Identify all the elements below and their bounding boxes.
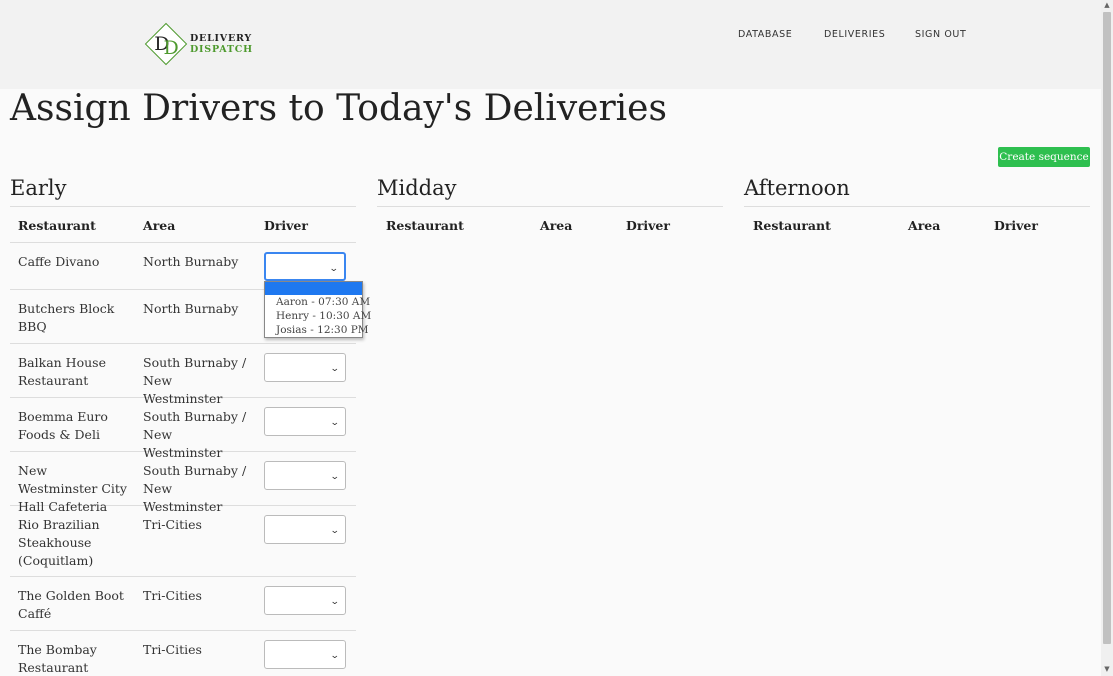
table-row: Boemma Euro Foods & Deli South Burnaby /… (10, 398, 356, 460)
header-restaurant: Restaurant (386, 218, 464, 233)
scrollbar-thumb[interactable] (1103, 12, 1111, 644)
section-title-early: Early (10, 175, 356, 207)
dropdown-option[interactable]: Josias - 12:30 PM (265, 323, 369, 337)
midday-section: Midday Restaurant Area Driver (377, 175, 723, 243)
section-title-midday: Midday (377, 175, 723, 207)
early-section: Early Restaurant Area Driver Caffe Divan… (10, 175, 356, 676)
driver-select[interactable]: ⌄ (264, 407, 346, 436)
chevron-down-icon: ⌄ (330, 651, 341, 661)
header-driver: Driver (264, 218, 308, 233)
restaurant-cell: Boemma Euro Foods & Deli (18, 409, 108, 442)
driver-select[interactable]: ⌄ (264, 515, 346, 544)
header-area: Area (908, 218, 941, 233)
restaurant-cell: The Bombay Restaurant (18, 642, 97, 675)
driver-dropdown-list: Aaron - 07:30 AM Henry - 10:30 AM Josias… (264, 281, 371, 338)
dropdown-option[interactable]: Henry - 10:30 AM (265, 309, 371, 323)
chevron-down-icon: ⌄ (330, 418, 341, 428)
arrow-up-icon[interactable]: ▲ (1101, 1, 1113, 9)
nav-database-link[interactable]: DATABASE (738, 29, 792, 40)
chevron-down-icon: ⌄ (330, 526, 341, 536)
restaurant-cell: The Golden Boot Caffé (18, 588, 124, 621)
logo-icon: DD (144, 22, 188, 66)
restaurant-cell: Caffe Divano (18, 254, 100, 269)
create-sequence-button[interactable]: Create sequence (998, 147, 1090, 167)
arrow-down-icon[interactable]: ▼ (1101, 665, 1113, 673)
table-row: The Bombay Restaurant Tri-Cities ⌄ (10, 631, 356, 676)
header-restaurant: Restaurant (18, 218, 96, 233)
table-row: New Westminster City Hall Cafeteria Sout… (10, 452, 356, 514)
header-driver: Driver (626, 218, 670, 233)
table-header: Restaurant Area Driver (377, 207, 723, 243)
chevron-down-icon: ⌄ (330, 364, 341, 374)
dropdown-option-empty[interactable] (265, 282, 362, 295)
area-cell: Tri-Cities (143, 588, 202, 603)
table-row: Balkan House Restaurant South Burnaby / … (10, 344, 356, 406)
header-driver: Driver (994, 218, 1038, 233)
table-header: Restaurant Area Driver (744, 207, 1090, 243)
area-cell: Tri-Cities (143, 642, 202, 657)
table-row: Rio Brazilian Steakhouse (Coquitlam) Tri… (10, 506, 356, 577)
area-cell: North Burnaby (143, 301, 239, 316)
chevron-down-icon: ⌄ (330, 597, 341, 607)
restaurant-cell: Butchers Block BBQ (18, 301, 115, 334)
dropdown-option[interactable]: Aaron - 07:30 AM (265, 295, 370, 309)
header-restaurant: Restaurant (753, 218, 831, 233)
driver-select[interactable]: ⌄ (264, 640, 346, 669)
chevron-down-icon: ⌄ (329, 264, 340, 274)
header-area: Area (143, 218, 176, 233)
restaurant-cell: Balkan House Restaurant (18, 355, 106, 388)
driver-select[interactable]: ⌄ (264, 353, 346, 382)
chevron-down-icon: ⌄ (330, 472, 341, 482)
brand-logo[interactable]: DD DELIVERY DISPATCH (144, 22, 253, 66)
section-title-afternoon: Afternoon (744, 175, 1090, 207)
vertical-scrollbar[interactable]: ▲ ▼ (1101, 0, 1113, 676)
table-row: The Golden Boot Caffé Tri-Cities ⌄ (10, 577, 356, 631)
area-cell: North Burnaby (143, 254, 239, 269)
logo-line-1: DELIVERY (190, 33, 252, 44)
table-header: Restaurant Area Driver (10, 207, 356, 243)
restaurant-cell: Rio Brazilian Steakhouse (Coquitlam) (18, 517, 100, 568)
driver-select[interactable]: ⌄ (264, 461, 346, 490)
driver-select[interactable]: ⌄ (264, 252, 346, 281)
nav-sign-out-link[interactable]: SIGN OUT (915, 29, 966, 40)
top-navbar: DD DELIVERY DISPATCH DATABASE DELIVERIES… (0, 0, 1101, 89)
logo-line-2: DISPATCH (190, 44, 253, 55)
driver-select[interactable]: ⌄ (264, 586, 346, 615)
nav-deliveries-link[interactable]: DELIVERIES (824, 29, 885, 40)
afternoon-section: Afternoon Restaurant Area Driver (744, 175, 1090, 243)
area-cell: Tri-Cities (143, 517, 202, 532)
page-title: Assign Drivers to Today's Deliveries (10, 88, 667, 129)
logo-text: DELIVERY DISPATCH (190, 33, 253, 55)
header-area: Area (540, 218, 573, 233)
